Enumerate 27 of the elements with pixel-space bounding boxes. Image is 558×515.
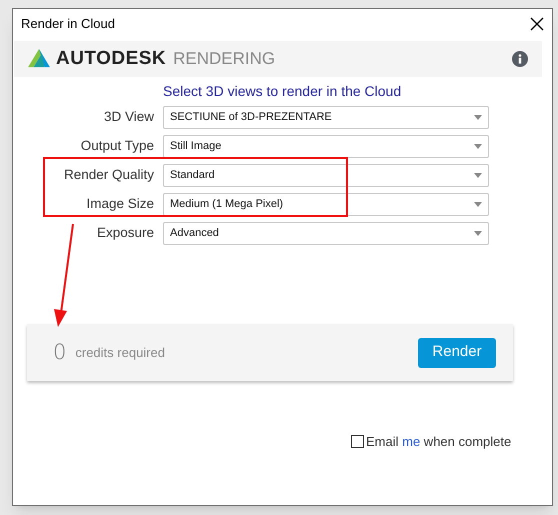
brand-name: AUTODESK [56,46,166,71]
caret-icon [474,231,482,236]
caret-icon [474,144,482,149]
caret-icon [474,115,482,120]
caret-icon [474,202,482,207]
field-label: 3D View [102,108,154,126]
close-icon[interactable] [530,17,544,31]
window-title: Render in Cloud [21,15,115,34]
product-name: RENDERING [173,48,276,70]
dropdown[interactable]: Standard [163,164,489,187]
field-label: Exposure [96,224,154,242]
me-link[interactable]: me [402,434,420,449]
dropdown[interactable]: Still Image [163,135,489,158]
logo-icon [28,49,50,69]
info-icon[interactable] [512,51,528,67]
caret-icon [474,173,482,178]
email-option-label: Email me when complete [366,433,512,451]
email-checkbox[interactable] [351,435,364,448]
credits-count: 0 [53,338,66,366]
dropdown[interactable]: Medium (1 Mega Pixel) [163,193,489,216]
field-label: Render Quality [62,166,154,184]
dropdown[interactable]: Advanced [163,222,489,245]
credits-label: credits required [75,344,165,362]
field-label: Image Size [85,195,154,214]
instruction-text: Select 3D views to render in the Cloud [163,82,402,101]
dropdown[interactable]: SECTIUNE of 3D-PREZENTARE [163,106,489,129]
field-label: Output Type [80,137,154,156]
